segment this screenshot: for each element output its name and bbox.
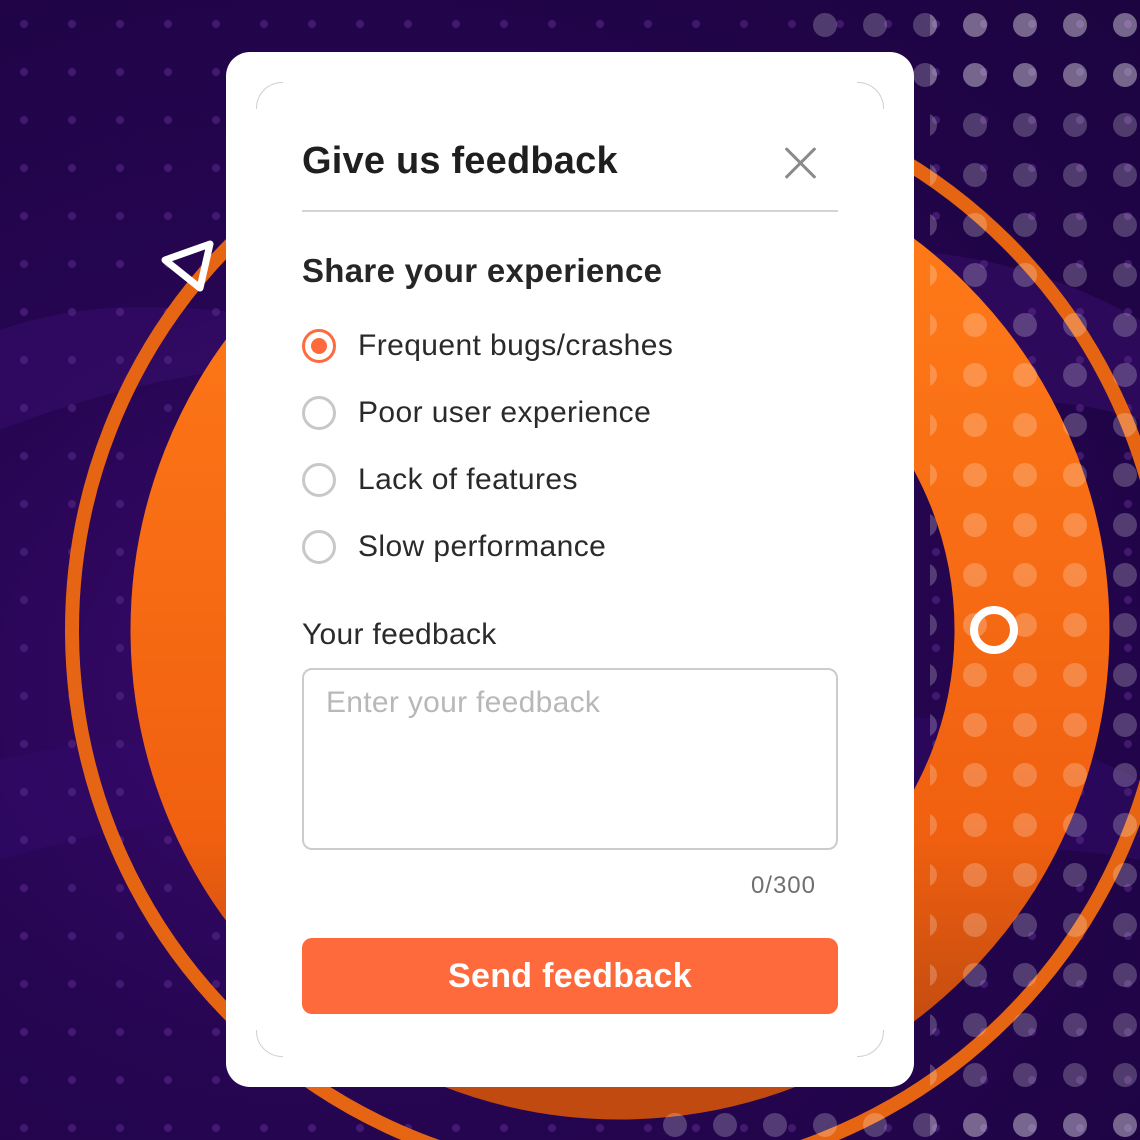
background-stage: Give us feedback Share your experience F…	[0, 0, 1140, 1140]
corner-decoration	[857, 82, 884, 109]
radio-checked-icon[interactable]	[302, 329, 336, 363]
option-label: Slow performance	[358, 530, 607, 563]
dialog-title: Give us feedback	[302, 140, 618, 182]
option-label: Poor user experience	[358, 396, 652, 429]
feedback-textarea[interactable]	[302, 668, 838, 850]
option-slow-performance[interactable]: Slow performance	[302, 523, 822, 571]
character-counter: 0/300	[750, 872, 816, 899]
radio-unchecked-icon[interactable]	[302, 396, 336, 430]
option-label: Lack of features	[358, 463, 578, 496]
corner-decoration	[857, 1030, 884, 1057]
option-frequent-bugs[interactable]: Frequent bugs/crashes	[302, 322, 822, 370]
dialog-header: Give us feedback	[302, 132, 838, 212]
radio-unchecked-icon[interactable]	[302, 463, 336, 497]
feedback-field-label: Your feedback	[302, 618, 497, 651]
option-label: Frequent bugs/crashes	[358, 329, 674, 362]
close-icon[interactable]	[782, 144, 818, 180]
send-feedback-button[interactable]: Send feedback	[302, 938, 838, 1014]
radio-unchecked-icon[interactable]	[302, 530, 336, 564]
option-lack-of-features[interactable]: Lack of features	[302, 456, 822, 504]
corner-decoration	[256, 1030, 283, 1057]
option-poor-ux[interactable]: Poor user experience	[302, 389, 822, 437]
corner-decoration	[256, 82, 283, 109]
feedback-dialog: Give us feedback Share your experience F…	[226, 52, 914, 1087]
section-title: Share your experience	[302, 252, 663, 289]
